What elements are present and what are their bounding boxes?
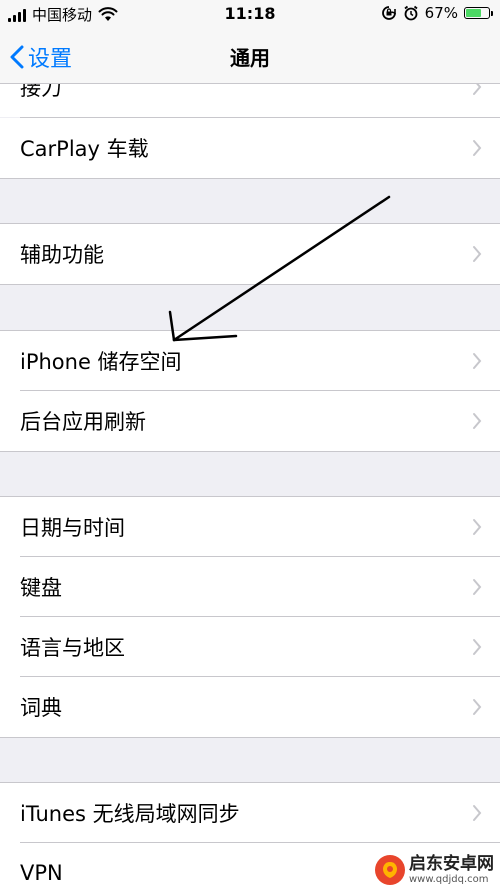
list-item-carplay[interactable]: CarPlay 车载 <box>0 118 500 178</box>
battery-fill <box>466 9 481 17</box>
alarm-icon <box>404 5 418 21</box>
list-item-dictionary[interactable]: 词典 <box>0 677 500 737</box>
row-label: CarPlay 车载 <box>20 137 149 161</box>
row-label: 词典 <box>20 696 62 720</box>
chevron-right-icon <box>473 639 482 655</box>
row-label: 接力 <box>20 84 62 100</box>
orientation-lock-icon <box>381 6 396 20</box>
row-label: 语言与地区 <box>20 636 125 660</box>
row-label: 辅助功能 <box>20 243 104 267</box>
row-label: VPN <box>20 861 63 885</box>
watermark-logo-icon <box>375 855 405 885</box>
group-border <box>0 284 500 285</box>
chevron-right-icon <box>473 246 482 262</box>
chevron-right-icon <box>473 413 482 429</box>
watermark-url: www.qdjdq.com <box>409 873 489 885</box>
list-item-background-refresh[interactable]: 后台应用刷新 <box>0 391 500 451</box>
list-item-date-time[interactable]: 日期与时间 <box>0 497 500 557</box>
list-item-handoff[interactable]: 接力 <box>0 84 500 117</box>
row-label: iTunes 无线局域网同步 <box>20 802 240 826</box>
status-right: 67% <box>381 4 493 22</box>
chevron-right-icon <box>473 84 482 95</box>
list-item-itunes-wifi-sync[interactable]: iTunes 无线局域网同步 <box>0 783 500 843</box>
chevron-right-icon <box>473 519 482 535</box>
list-item-keyboard[interactable]: 键盘 <box>0 557 500 617</box>
chevron-right-icon <box>473 805 482 821</box>
group-border <box>0 451 500 452</box>
row-label: iPhone 储存空间 <box>20 350 182 374</box>
list-item-iphone-storage[interactable]: iPhone 储存空间 <box>0 331 500 391</box>
group-border <box>0 178 500 179</box>
chevron-right-icon <box>473 353 482 369</box>
list-item-language-region[interactable]: 语言与地区 <box>0 617 500 677</box>
battery-percent: 67% <box>424 4 458 22</box>
row-label: 后台应用刷新 <box>20 410 146 434</box>
watermark-title: 启东安卓网 <box>409 854 494 875</box>
status-bar: 中国移动 11:18 67% <box>0 0 500 30</box>
row-label: 日期与时间 <box>20 516 125 540</box>
watermark: 启东安卓网 www.qdjdq.com <box>375 855 494 885</box>
chevron-right-icon <box>473 579 482 595</box>
page-title: 通用 <box>230 46 270 70</box>
battery-icon <box>464 7 493 19</box>
group-border <box>0 737 500 738</box>
list-item-accessibility[interactable]: 辅助功能 <box>0 224 500 284</box>
chevron-right-icon <box>473 140 482 156</box>
nav-bar: 设置 通用 <box>0 30 500 84</box>
row-label: 键盘 <box>20 576 62 600</box>
settings-list: 接力 CarPlay 车载 辅助功能 iPhone 储存空间 后台应用刷新 日期… <box>0 84 500 889</box>
watermark-text: 启东安卓网 www.qdjdq.com <box>409 855 494 885</box>
chevron-right-icon <box>473 699 482 715</box>
